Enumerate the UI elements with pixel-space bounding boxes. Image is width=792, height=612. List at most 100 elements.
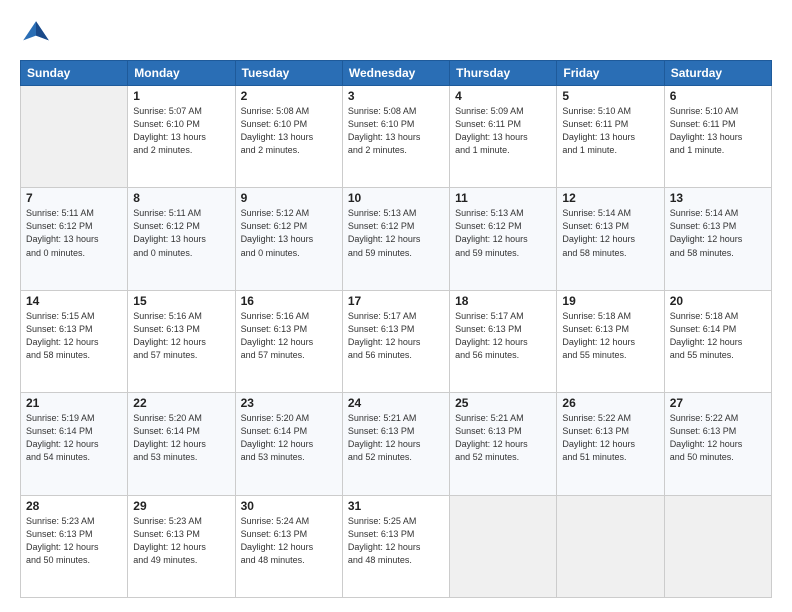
logo [20, 18, 56, 50]
day-number: 20 [670, 294, 766, 308]
day-cell: 13 Sunrise: 5:14 AMSunset: 6:13 PMDayligh… [664, 188, 771, 290]
day-number: 19 [562, 294, 658, 308]
day-cell: 6 Sunrise: 5:10 AMSunset: 6:11 PMDaylight… [664, 86, 771, 188]
day-info: Sunrise: 5:21 AMSunset: 6:13 PMDaylight:… [348, 412, 444, 464]
day-number: 10 [348, 191, 444, 205]
day-info: Sunrise: 5:19 AMSunset: 6:14 PMDaylight:… [26, 412, 122, 464]
day-number: 25 [455, 396, 551, 410]
day-number: 4 [455, 89, 551, 103]
header [20, 18, 772, 50]
day-of-week-thursday: Thursday [450, 61, 557, 86]
day-of-week-monday: Monday [128, 61, 235, 86]
day-number: 3 [348, 89, 444, 103]
day-number: 28 [26, 499, 122, 513]
day-cell: 8 Sunrise: 5:11 AMSunset: 6:12 PMDaylight… [128, 188, 235, 290]
day-cell: 25Sunrise: 5:21 AMSunset: 6:13 PMDayligh… [450, 393, 557, 495]
day-number: 2 [241, 89, 337, 103]
logo-icon [20, 18, 52, 50]
calendar-body: 1 Sunrise: 5:07 AMSunset: 6:10 PMDaylight… [21, 86, 772, 598]
day-info: Sunrise: 5:20 AMSunset: 6:14 PMDaylight:… [133, 412, 229, 464]
day-cell [557, 495, 664, 597]
day-number: 9 [241, 191, 337, 205]
day-info: Sunrise: 5:16 AMSunset: 6:13 PMDaylight:… [133, 310, 229, 362]
week-row-0: 1 Sunrise: 5:07 AMSunset: 6:10 PMDaylight… [21, 86, 772, 188]
day-cell: 29Sunrise: 5:23 AMSunset: 6:13 PMDayligh… [128, 495, 235, 597]
day-info: Sunrise: 5:22 AMSunset: 6:13 PMDaylight:… [562, 412, 658, 464]
day-cell: 31Sunrise: 5:25 AMSunset: 6:13 PMDayligh… [342, 495, 449, 597]
day-number: 6 [670, 89, 766, 103]
day-number: 29 [133, 499, 229, 513]
day-cell [450, 495, 557, 597]
day-number: 13 [670, 191, 766, 205]
day-info: Sunrise: 5:11 AMSunset: 6:12 PMDaylight:… [133, 207, 229, 259]
day-cell: 12Sunrise: 5:14 AMSunset: 6:13 PMDayligh… [557, 188, 664, 290]
day-cell: 2 Sunrise: 5:08 AMSunset: 6:10 PMDaylight… [235, 86, 342, 188]
day-info: Sunrise: 5:10 AMSunset: 6:11 PMDaylight:… [670, 105, 766, 157]
calendar-header: SundayMondayTuesdayWednesdayThursdayFrid… [21, 61, 772, 86]
day-cell: 20 Sunrise: 5:18 AMSunset: 6:14 PMDayligh… [664, 290, 771, 392]
day-number: 23 [241, 396, 337, 410]
day-number: 12 [562, 191, 658, 205]
day-number: 21 [26, 396, 122, 410]
day-number: 7 [26, 191, 122, 205]
header-row: SundayMondayTuesdayWednesdayThursdayFrid… [21, 61, 772, 86]
day-info: Sunrise: 5:18 AMSunset: 6:13 PMDaylight:… [562, 310, 658, 362]
day-cell [21, 86, 128, 188]
day-number: 16 [241, 294, 337, 308]
calendar-table: SundayMondayTuesdayWednesdayThursdayFrid… [20, 60, 772, 598]
day-info: Sunrise: 5:15 AMSunset: 6:13 PMDaylight:… [26, 310, 122, 362]
day-of-week-friday: Friday [557, 61, 664, 86]
day-cell [664, 495, 771, 597]
day-cell: 5 Sunrise: 5:10 AMSunset: 6:11 PMDaylight… [557, 86, 664, 188]
day-info: Sunrise: 5:08 AMSunset: 6:10 PMDaylight:… [348, 105, 444, 157]
day-info: Sunrise: 5:10 AMSunset: 6:11 PMDaylight:… [562, 105, 658, 157]
day-number: 26 [562, 396, 658, 410]
day-cell: 18 Sunrise: 5:17 AMSunset: 6:13 PMDayligh… [450, 290, 557, 392]
day-info: Sunrise: 5:09 AMSunset: 6:11 PMDaylight:… [455, 105, 551, 157]
day-number: 24 [348, 396, 444, 410]
day-cell: 3 Sunrise: 5:08 AMSunset: 6:10 PMDaylight… [342, 86, 449, 188]
day-number: 15 [133, 294, 229, 308]
day-cell: 30Sunrise: 5:24 AMSunset: 6:13 PMDayligh… [235, 495, 342, 597]
week-row-4: 28 Sunrise: 5:23 AMSunset: 6:13 PMDayligh… [21, 495, 772, 597]
day-info: Sunrise: 5:23 AMSunset: 6:13 PMDaylight:… [26, 515, 122, 567]
day-of-week-tuesday: Tuesday [235, 61, 342, 86]
day-number: 18 [455, 294, 551, 308]
day-number: 14 [26, 294, 122, 308]
week-row-3: 21 Sunrise: 5:19 AMSunset: 6:14 PMDayligh… [21, 393, 772, 495]
day-cell: 9 Sunrise: 5:12 AMSunset: 6:12 PMDaylight… [235, 188, 342, 290]
day-cell: 11 Sunrise: 5:13 AMSunset: 6:12 PMDayligh… [450, 188, 557, 290]
day-cell: 26 Sunrise: 5:22 AMSunset: 6:13 PMDayligh… [557, 393, 664, 495]
day-number: 8 [133, 191, 229, 205]
day-info: Sunrise: 5:12 AMSunset: 6:12 PMDaylight:… [241, 207, 337, 259]
day-info: Sunrise: 5:13 AMSunset: 6:12 PMDaylight:… [348, 207, 444, 259]
day-cell: 15 Sunrise: 5:16 AMSunset: 6:13 PMDayligh… [128, 290, 235, 392]
day-number: 1 [133, 89, 229, 103]
week-row-2: 14 Sunrise: 5:15 AMSunset: 6:13 PMDayligh… [21, 290, 772, 392]
day-info: Sunrise: 5:17 AMSunset: 6:13 PMDaylight:… [348, 310, 444, 362]
day-cell: 19 Sunrise: 5:18 AMSunset: 6:13 PMDayligh… [557, 290, 664, 392]
day-cell: 23Sunrise: 5:20 AMSunset: 6:14 PMDayligh… [235, 393, 342, 495]
day-info: Sunrise: 5:14 AMSunset: 6:13 PMDaylight:… [670, 207, 766, 259]
day-of-week-saturday: Saturday [664, 61, 771, 86]
day-cell: 1 Sunrise: 5:07 AMSunset: 6:10 PMDaylight… [128, 86, 235, 188]
day-number: 17 [348, 294, 444, 308]
day-info: Sunrise: 5:17 AMSunset: 6:13 PMDaylight:… [455, 310, 551, 362]
day-info: Sunrise: 5:13 AMSunset: 6:12 PMDaylight:… [455, 207, 551, 259]
day-cell: 14 Sunrise: 5:15 AMSunset: 6:13 PMDayligh… [21, 290, 128, 392]
day-info: Sunrise: 5:22 AMSunset: 6:13 PMDaylight:… [670, 412, 766, 464]
day-number: 22 [133, 396, 229, 410]
day-cell: 24 Sunrise: 5:21 AMSunset: 6:13 PMDayligh… [342, 393, 449, 495]
day-of-week-wednesday: Wednesday [342, 61, 449, 86]
day-info: Sunrise: 5:16 AMSunset: 6:13 PMDaylight:… [241, 310, 337, 362]
day-info: Sunrise: 5:18 AMSunset: 6:14 PMDaylight:… [670, 310, 766, 362]
day-info: Sunrise: 5:25 AMSunset: 6:13 PMDaylight:… [348, 515, 444, 567]
day-info: Sunrise: 5:08 AMSunset: 6:10 PMDaylight:… [241, 105, 337, 157]
page: SundayMondayTuesdayWednesdayThursdayFrid… [0, 0, 792, 612]
day-cell: 4 Sunrise: 5:09 AMSunset: 6:11 PMDaylight… [450, 86, 557, 188]
day-number: 30 [241, 499, 337, 513]
day-number: 5 [562, 89, 658, 103]
day-number: 11 [455, 191, 551, 205]
day-info: Sunrise: 5:07 AMSunset: 6:10 PMDaylight:… [133, 105, 229, 157]
day-cell: 28 Sunrise: 5:23 AMSunset: 6:13 PMDayligh… [21, 495, 128, 597]
